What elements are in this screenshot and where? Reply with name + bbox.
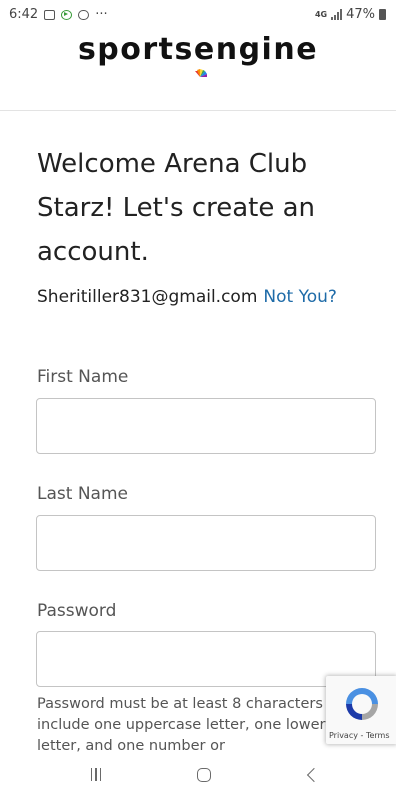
- app-header: sportsengine: [0, 30, 396, 111]
- sportsengine-logo: sportsengine: [77, 32, 319, 67]
- recaptcha-badge[interactable]: Privacy - Terms: [326, 676, 396, 744]
- account-email-line: Sheritiller831@gmail.com Not You?: [37, 283, 367, 311]
- status-right: 4G 47%: [315, 7, 386, 22]
- home-icon: [197, 767, 211, 782]
- status-time: 6:42: [9, 7, 39, 22]
- first-name-input[interactable]: [36, 398, 376, 454]
- status-left: 6:42 ···: [9, 7, 108, 22]
- last-name-label: Last Name: [37, 484, 128, 504]
- recaptcha-icon: [346, 688, 378, 720]
- network-icon: 4G: [314, 9, 328, 19]
- status-bar: 6:42 ··· 4G 47%: [0, 0, 396, 30]
- password-input[interactable]: [36, 631, 376, 687]
- recaptcha-privacy-terms[interactable]: Privacy - Terms: [326, 729, 396, 742]
- recent-apps-button[interactable]: [66, 757, 126, 792]
- play-icon: [61, 9, 73, 20]
- account-email: Sheritiller831@gmail.com: [37, 287, 258, 307]
- not-you-link[interactable]: Not You?: [263, 287, 337, 307]
- first-name-label: First Name: [37, 367, 129, 387]
- recent-apps-icon: [90, 768, 102, 781]
- welcome-title: Welcome Arena Club Starz! Let's create a…: [37, 149, 316, 267]
- nbc-peacock-icon: [195, 69, 207, 79]
- chat-icon: [78, 9, 90, 20]
- home-button[interactable]: [174, 757, 234, 792]
- battery-icon: [379, 9, 386, 20]
- back-button[interactable]: [282, 757, 342, 792]
- password-label: Password: [37, 601, 117, 621]
- signal-icon: [331, 9, 343, 20]
- battery-percent: 47%: [346, 7, 375, 22]
- last-name-input[interactable]: [36, 515, 376, 571]
- back-icon: [306, 767, 322, 782]
- more-notifications: ···: [95, 7, 108, 22]
- gallery-icon: [44, 9, 56, 20]
- navigation-bar: [0, 757, 396, 792]
